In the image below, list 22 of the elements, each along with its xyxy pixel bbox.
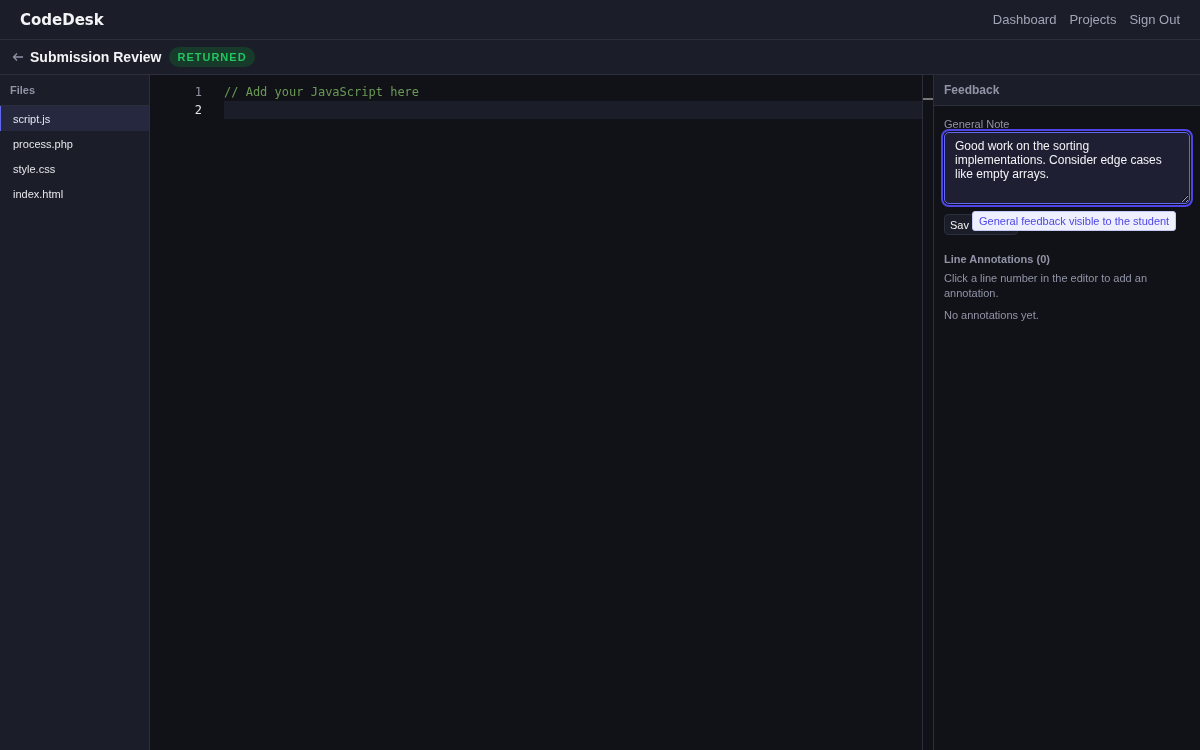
- code-line: // Add your JavaScript here: [224, 84, 421, 101]
- note-label: General Note: [944, 118, 1011, 130]
- line-number[interactable]: 2: [150, 103, 224, 117]
- line-number[interactable]: 1: [150, 85, 224, 99]
- annotations-heading: Line Annotations (0): [944, 253, 1051, 265]
- scrollbar-thumb[interactable]: [923, 98, 933, 100]
- page-title: Submission Review: [30, 49, 162, 65]
- annotations-empty-text: No annotations yet.: [944, 309, 1040, 321]
- file-item[interactable]: style.css: [0, 156, 149, 181]
- status-badge: RETURNED: [169, 47, 255, 67]
- feedback-heading: Feedback: [934, 75, 1200, 106]
- file-item[interactable]: process.php: [0, 131, 149, 156]
- nav-link[interactable]: Projects: [1069, 12, 1117, 27]
- nav-link[interactable]: Dashboard: [992, 12, 1057, 27]
- file-item[interactable]: index.html: [0, 181, 149, 206]
- tooltip: General feedback visible to the student: [972, 211, 1177, 231]
- annotations-hint: Click a line number in the editor to add an annotation.: [944, 271, 1148, 301]
- app-logo: CodeDesk: [20, 10, 104, 29]
- file-item[interactable]: script.js: [0, 106, 149, 131]
- back-arrow-icon[interactable]: [12, 52, 24, 62]
- nav-link[interactable]: Sign Out: [1129, 12, 1180, 27]
- note-field[interactable]: Good work on the sorting implementations. Consider edge cases like empty arrays.: [944, 132, 1190, 204]
